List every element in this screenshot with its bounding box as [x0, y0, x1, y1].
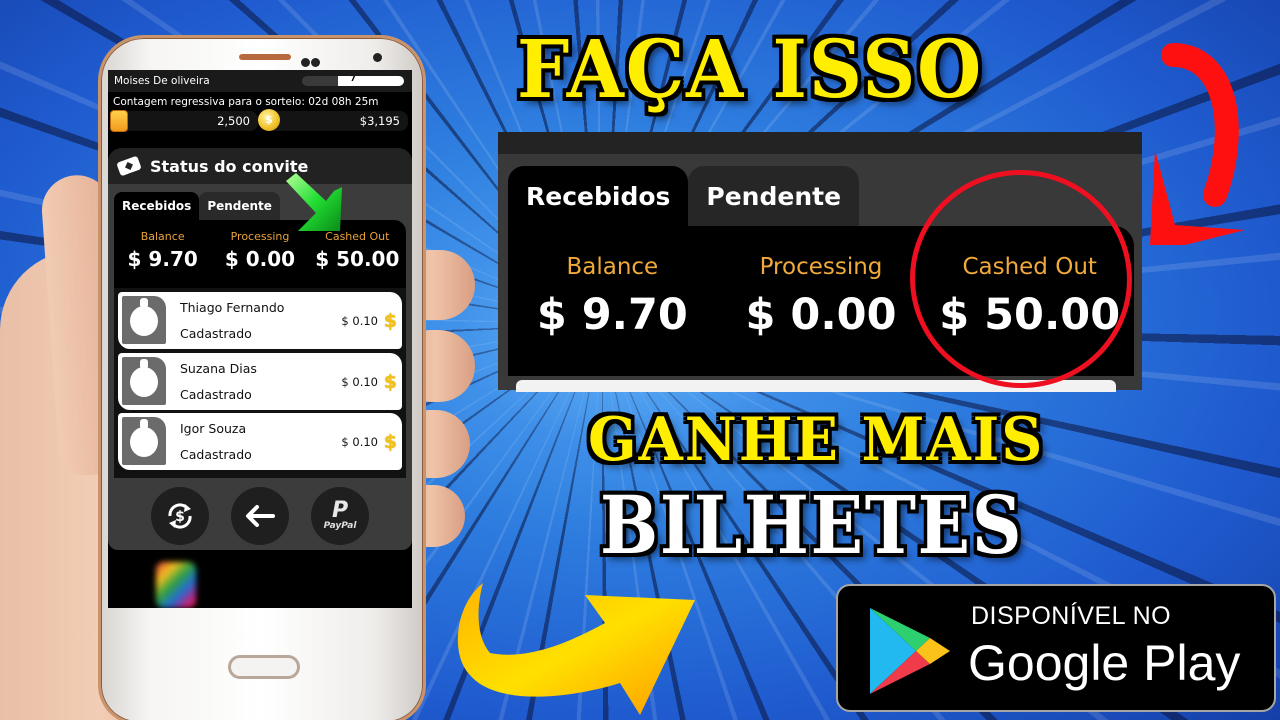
dollar-icon: $ [383, 370, 397, 393]
paypal-label: PayPal [323, 520, 357, 531]
headline-top: FAÇA ISSO [516, 21, 984, 118]
invite-status-panel: Status do convite Recebidos Pendente Bal… [108, 148, 412, 550]
green-arrow-icon [286, 173, 342, 231]
invite-status: Cadastrado [180, 386, 252, 402]
zoomed-stat-balance: Balance $ 9.70 [508, 226, 717, 376]
stats-box: Balance $ 9.70 Processing $ 0.00 Cashed … [114, 220, 406, 288]
zoomed-tab-pendente[interactable]: Pendente [688, 166, 860, 226]
invite-name: Igor Souza [180, 421, 247, 436]
invite-status: Cadastrado [180, 447, 252, 462]
google-play-badge[interactable]: DISPONÍVEL NO Google Play [836, 584, 1276, 712]
tickets-counter[interactable]: 2,500 [110, 110, 258, 132]
blurred-app-icon[interactable] [156, 562, 196, 608]
invite-header: Status do convite [108, 148, 412, 184]
headline-bottom: BILHETES [599, 477, 1024, 574]
invite-amount: $ 0.10 [341, 314, 378, 328]
zoomed-stat-processing: Processing $ 0.00 [717, 226, 926, 376]
invite-row[interactable]: Igor Souza Cadastrado $ 0.10 $ [118, 413, 402, 470]
avatar [122, 356, 166, 405]
user-name: Moises De oliveira [114, 75, 210, 87]
invite-row[interactable]: Thiago Fernando Cadastrado $ 0.10 $ [118, 292, 402, 349]
invite-name: Suzana Dias [180, 360, 257, 376]
stat-balance: Balance $ 9.70 [114, 220, 211, 288]
draw-countdown: Contagem regressiva para o sorteio: 02d … [113, 96, 379, 108]
coins-counter[interactable]: $ $3,195 [258, 109, 408, 131]
ticket-icon [110, 110, 128, 132]
tab-pendente[interactable]: Pendente [199, 192, 280, 220]
paypal-icon: P PayPal [323, 497, 357, 531]
level-progress-bar: 7 [302, 76, 404, 86]
phone-screen: Moises De oliveira 7 Contagem regressiva… [108, 70, 412, 608]
ticket-tag-icon [116, 155, 142, 177]
yellow-curved-arrow-icon [457, 583, 695, 715]
coin-icon: $ [258, 109, 280, 131]
coins-value: $3,195 [359, 114, 400, 128]
currency-row: 2,500 $ $3,195 [108, 108, 412, 137]
invite-status: Cadastrado [180, 326, 252, 341]
action-buttons: $ P PayPal [108, 486, 412, 545]
zoomed-stat-value: $ 9.70 [536, 290, 688, 340]
badge-small-text: DISPONÍVEL NO [971, 602, 1172, 630]
back-button[interactable] [231, 486, 289, 545]
arrow-left-icon [246, 504, 275, 527]
phone-sensors [301, 52, 321, 67]
stat-value: $ 50.00 [315, 247, 400, 271]
phone-speaker [239, 54, 291, 60]
dollar-icon: $ [383, 431, 397, 453]
invite-amount: $ 0.10 [341, 374, 378, 389]
stat-value: $ 0.00 [224, 247, 296, 271]
dollar-icon: $ [383, 310, 397, 332]
refresh-dollar-icon: $ [168, 502, 192, 529]
tab-recebidos[interactable]: Recebidos [114, 192, 200, 220]
phone-front-camera [373, 53, 382, 62]
invite-tabs: Recebidos Pendente [114, 192, 280, 220]
paypal-logo-letter: P [331, 497, 349, 523]
tickets-value: 2,500 [217, 114, 250, 128]
level-number: 7 [350, 76, 356, 83]
google-play-icon [870, 608, 950, 694]
stat-value: $ 9.70 [127, 247, 198, 271]
zoomed-stat-value: $ 0.00 [745, 290, 897, 340]
headline-middle: GANHE MAIS [587, 404, 1045, 477]
app-top-bar: Moises De oliveira 7 [108, 70, 412, 92]
zoomed-tabs: Recebidos Pendente [508, 166, 860, 226]
invite-list: Thiago Fernando Cadastrado $ 0.10 $ Suza… [114, 288, 406, 478]
phone-home-button[interactable] [228, 655, 300, 679]
red-curved-arrow-icon [1150, 43, 1245, 245]
zoomed-stat-label: Processing [759, 254, 883, 280]
refresh-money-button[interactable]: $ [151, 486, 209, 545]
badge-big-text: Google Play [968, 635, 1241, 691]
zoomed-tab-recebidos[interactable]: Recebidos [508, 166, 689, 226]
zoomed-stat-label: Balance [566, 254, 659, 280]
stat-label: Balance [140, 230, 185, 243]
svg-text:$: $ [175, 509, 185, 525]
paypal-button[interactable]: P PayPal [311, 486, 369, 545]
avatar [122, 296, 166, 344]
invite-row[interactable]: Suzana Dias Cadastrado $ 0.10 $ [118, 352, 402, 410]
invite-amount: $ 0.10 [341, 435, 378, 449]
avatar [122, 417, 166, 465]
invite-name: Thiago Fernando [180, 300, 285, 315]
